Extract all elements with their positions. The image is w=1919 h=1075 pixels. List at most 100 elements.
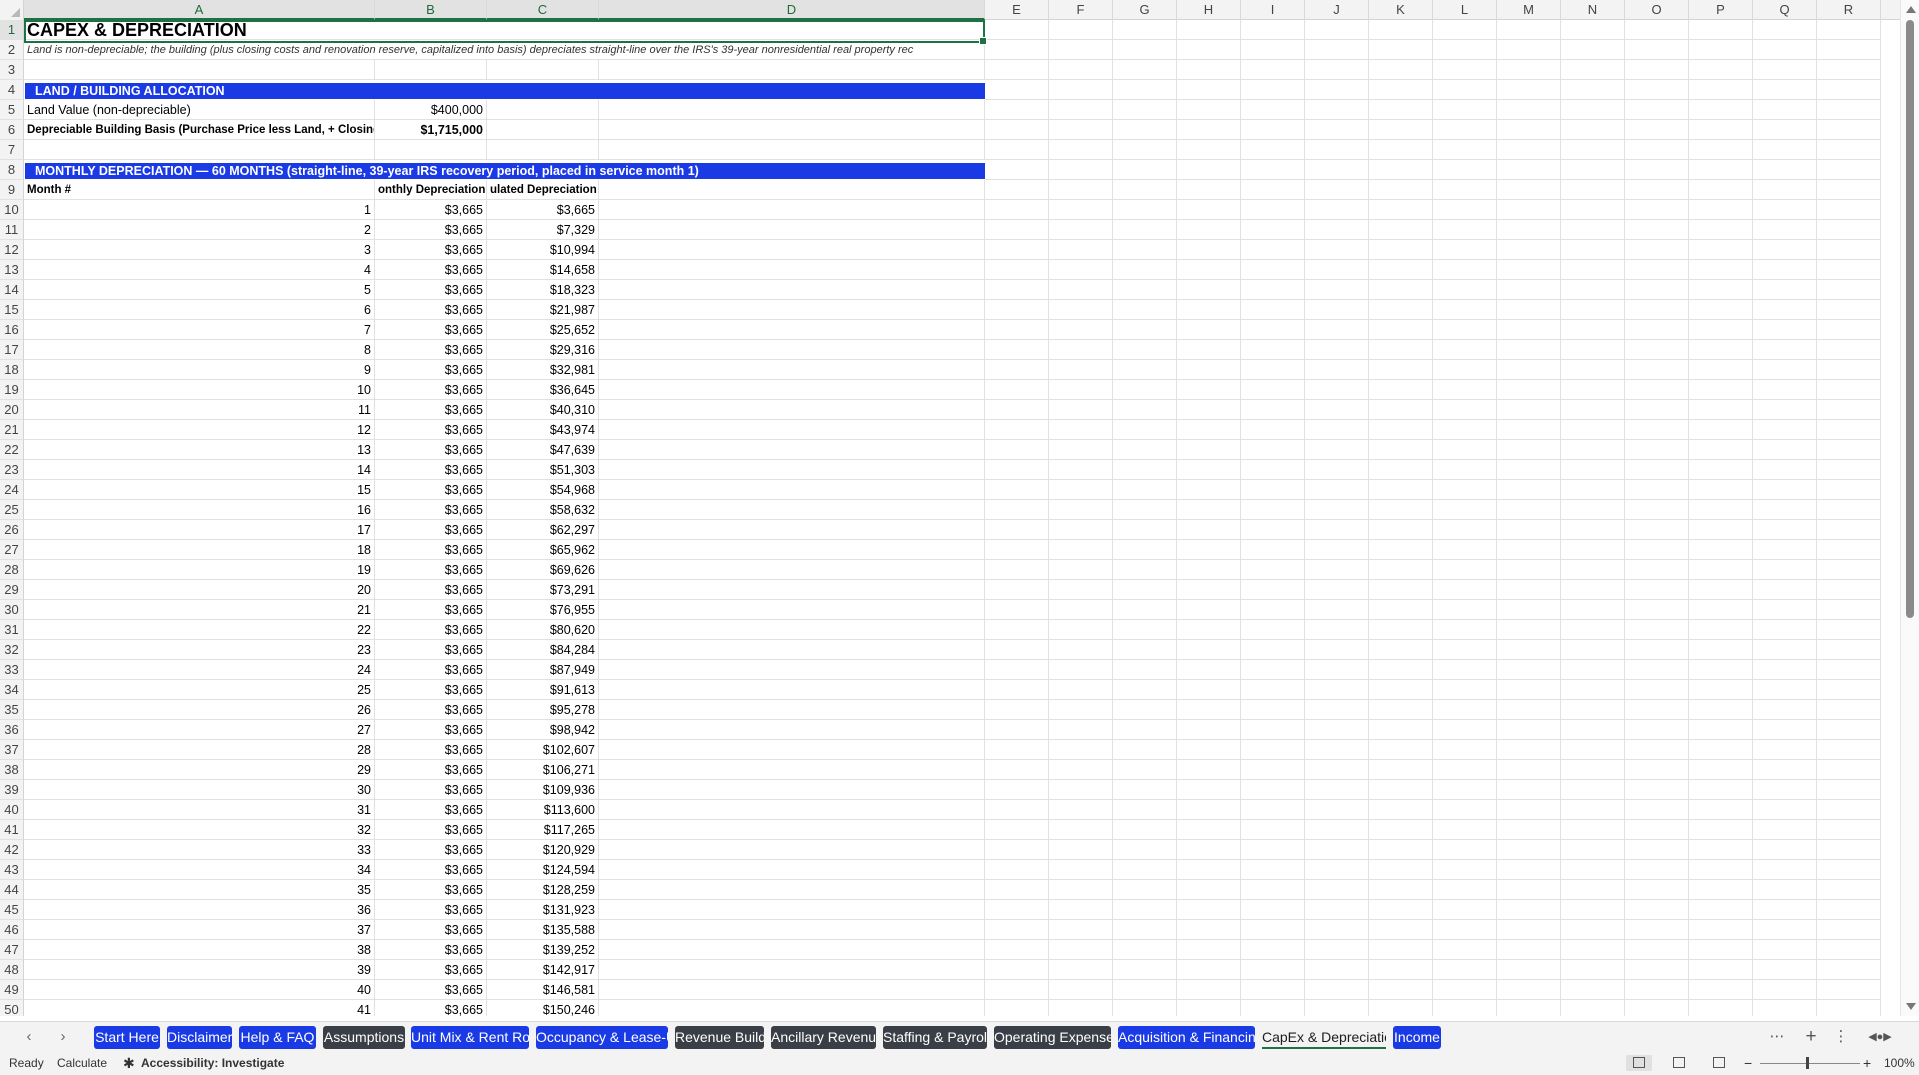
- cell[interactable]: [1753, 740, 1817, 760]
- cell[interactable]: [1561, 800, 1625, 820]
- cell[interactable]: [1753, 880, 1817, 900]
- cell[interactable]: [1433, 660, 1497, 680]
- cell[interactable]: [985, 20, 1049, 40]
- cell[interactable]: [1113, 880, 1177, 900]
- cell[interactable]: [1689, 400, 1753, 420]
- row-header[interactable]: 46: [0, 920, 24, 940]
- cell[interactable]: [1049, 680, 1113, 700]
- row-header[interactable]: 32: [0, 640, 24, 660]
- cell[interactable]: [1177, 480, 1241, 500]
- cell[interactable]: [1113, 280, 1177, 300]
- cell[interactable]: [1817, 380, 1881, 400]
- cell[interactable]: [1817, 200, 1881, 220]
- accumulated-depreciation[interactable]: $117,265: [487, 820, 599, 840]
- monthly-depreciation[interactable]: $3,665: [375, 480, 487, 500]
- cell[interactable]: [1753, 840, 1817, 860]
- accumulated-depreciation[interactable]: $3,665: [487, 200, 599, 220]
- cell[interactable]: [1625, 440, 1689, 460]
- cell[interactable]: [1433, 40, 1497, 60]
- tab-options-icon[interactable]: ⋮: [1832, 1026, 1850, 1048]
- cell[interactable]: [599, 320, 985, 340]
- cell[interactable]: [1625, 520, 1689, 540]
- cell[interactable]: [1817, 340, 1881, 360]
- cell[interactable]: [1497, 360, 1561, 380]
- row-header[interactable]: 22: [0, 440, 24, 460]
- month-number[interactable]: 6: [24, 300, 375, 320]
- cell[interactable]: [1433, 100, 1497, 120]
- cell[interactable]: [985, 900, 1049, 920]
- cell[interactable]: [599, 180, 985, 200]
- monthly-depreciation[interactable]: $3,665: [375, 960, 487, 980]
- cell[interactable]: [1113, 300, 1177, 320]
- cell[interactable]: [1113, 120, 1177, 140]
- cell[interactable]: [1369, 60, 1433, 80]
- cell[interactable]: [1561, 260, 1625, 280]
- cell[interactable]: [985, 340, 1049, 360]
- month-number[interactable]: 19: [24, 560, 375, 580]
- cell[interactable]: [1753, 620, 1817, 640]
- cell[interactable]: [1561, 400, 1625, 420]
- monthly-depreciation[interactable]: $3,665: [375, 900, 487, 920]
- header-accumulated-depreciation[interactable]: ulated Depreciation: [487, 180, 599, 200]
- monthly-depreciation[interactable]: $3,665: [375, 500, 487, 520]
- cell[interactable]: [1177, 680, 1241, 700]
- cell[interactable]: [1753, 460, 1817, 480]
- row-header[interactable]: 34: [0, 680, 24, 700]
- monthly-depreciation[interactable]: $3,665: [375, 740, 487, 760]
- month-number[interactable]: 39: [24, 960, 375, 980]
- column-header-e[interactable]: E: [985, 0, 1049, 20]
- cell[interactable]: [985, 760, 1049, 780]
- sheet-tab[interactable]: Unit Mix & Rent Roll: [411, 1026, 529, 1049]
- cell[interactable]: [599, 820, 985, 840]
- cell[interactable]: [1049, 520, 1113, 540]
- cell[interactable]: [1497, 800, 1561, 820]
- cell[interactable]: [1305, 580, 1369, 600]
- cell[interactable]: [1113, 440, 1177, 460]
- cell[interactable]: [1305, 960, 1369, 980]
- cell[interactable]: [1241, 620, 1305, 640]
- cell[interactable]: [1241, 320, 1305, 340]
- cell[interactable]: [1113, 840, 1177, 860]
- cell[interactable]: [1049, 340, 1113, 360]
- month-number[interactable]: 36: [24, 900, 375, 920]
- cell[interactable]: [1369, 680, 1433, 700]
- cell[interactable]: [1305, 380, 1369, 400]
- sheet-tab[interactable]: Operating Expenses: [994, 1026, 1111, 1049]
- cell[interactable]: [1689, 980, 1753, 1000]
- cell[interactable]: [1113, 420, 1177, 440]
- cell[interactable]: [1689, 160, 1753, 180]
- cell[interactable]: [1753, 180, 1817, 200]
- select-all-corner[interactable]: [0, 0, 24, 20]
- cell[interactable]: [1753, 200, 1817, 220]
- cell[interactable]: [1561, 500, 1625, 520]
- cell[interactable]: [1753, 400, 1817, 420]
- cell[interactable]: [1497, 520, 1561, 540]
- cell[interactable]: [599, 300, 985, 320]
- cell[interactable]: [1177, 720, 1241, 740]
- row-header[interactable]: 41: [0, 820, 24, 840]
- cell[interactable]: [1497, 20, 1561, 40]
- cell[interactable]: [1497, 1000, 1561, 1016]
- cell[interactable]: [1369, 560, 1433, 580]
- cell[interactable]: [1689, 320, 1753, 340]
- cell[interactable]: [1433, 420, 1497, 440]
- cell[interactable]: [985, 840, 1049, 860]
- cell[interactable]: [1625, 580, 1689, 600]
- column-header-o[interactable]: O: [1625, 0, 1689, 20]
- month-number[interactable]: 20: [24, 580, 375, 600]
- cell[interactable]: [1305, 980, 1369, 1000]
- cell[interactable]: [1625, 400, 1689, 420]
- cell[interactable]: [1433, 280, 1497, 300]
- cell[interactable]: [1113, 220, 1177, 240]
- cell[interactable]: [1305, 80, 1369, 100]
- accumulated-depreciation[interactable]: $65,962: [487, 540, 599, 560]
- cell[interactable]: [1369, 540, 1433, 560]
- cell[interactable]: [1049, 280, 1113, 300]
- cell[interactable]: [1561, 220, 1625, 240]
- cell[interactable]: [1049, 140, 1113, 160]
- cell[interactable]: [1241, 800, 1305, 820]
- row-header[interactable]: 19: [0, 380, 24, 400]
- cell[interactable]: [1817, 160, 1881, 180]
- cell[interactable]: [1305, 260, 1369, 280]
- cell[interactable]: [1049, 80, 1113, 100]
